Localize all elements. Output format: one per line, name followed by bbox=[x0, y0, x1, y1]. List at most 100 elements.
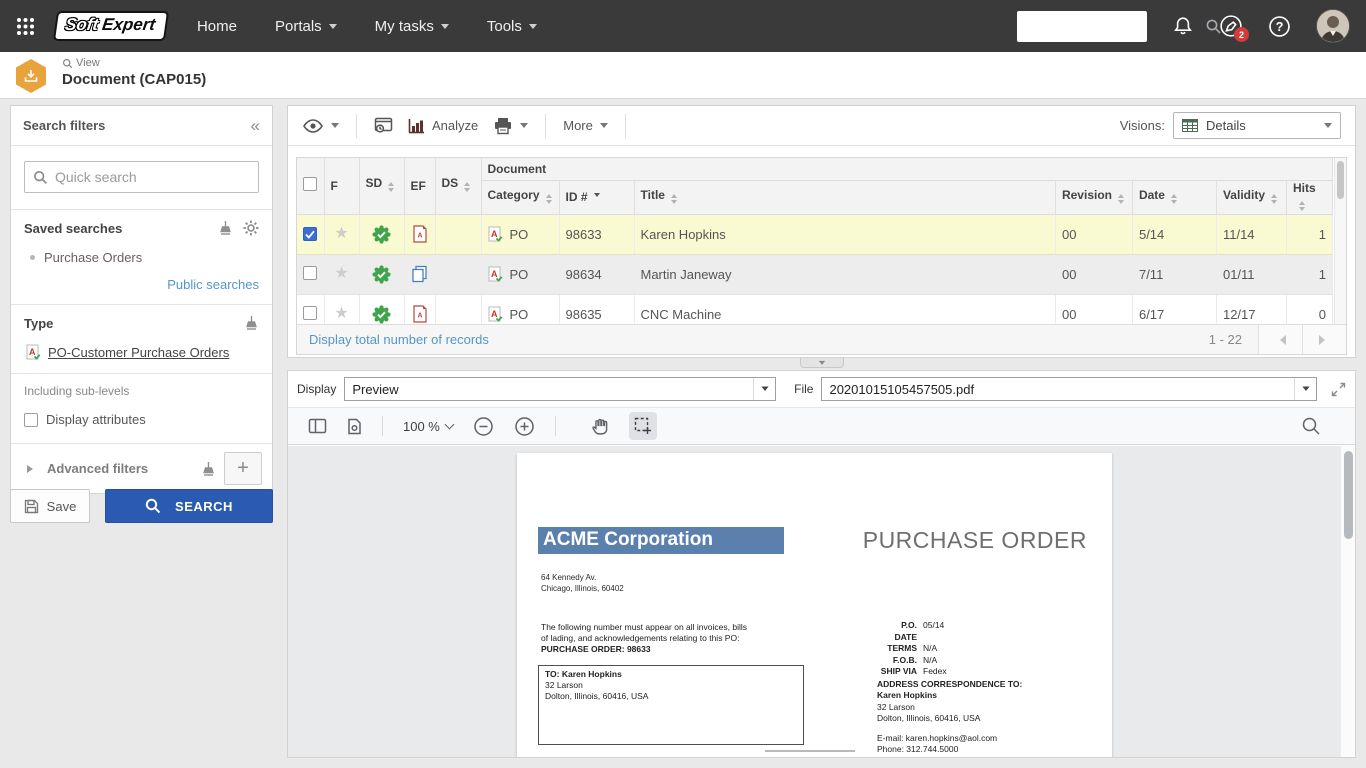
view-button[interactable] bbox=[302, 119, 339, 133]
eye-icon bbox=[302, 119, 324, 133]
table-row[interactable]: ★ APO 98634 Martin Janeway 00 7/11 01/11… bbox=[297, 254, 1333, 294]
pdf-table-edge bbox=[765, 750, 855, 752]
total-records-link[interactable]: Display total number of records bbox=[309, 332, 489, 347]
save-button[interactable]: Save bbox=[10, 489, 90, 523]
search-button[interactable]: SEARCH bbox=[105, 489, 273, 523]
scrollbar-thumb[interactable] bbox=[1344, 451, 1353, 539]
display-attributes-toggle[interactable]: Display attributes bbox=[11, 400, 272, 444]
column-header-date[interactable]: Date bbox=[1132, 180, 1216, 214]
dropdown-button[interactable] bbox=[1294, 378, 1316, 400]
file-select[interactable]: 20201015105457505.pdf bbox=[821, 377, 1317, 401]
column-header-title[interactable]: Title bbox=[634, 180, 1055, 214]
arrow-left-icon bbox=[1275, 335, 1286, 345]
splitter-collapse-handle[interactable] bbox=[800, 358, 844, 368]
svg-text:A: A bbox=[417, 313, 422, 320]
zoom-out-icon[interactable] bbox=[473, 416, 494, 437]
notifications-bell-icon[interactable] bbox=[1172, 15, 1194, 37]
column-header-f[interactable]: F bbox=[324, 158, 359, 214]
favorite-star-icon[interactable]: ★ bbox=[334, 225, 348, 242]
user-avatar[interactable] bbox=[1316, 9, 1350, 43]
pdf-viewer-toolbar: 100 % bbox=[288, 408, 1355, 445]
print-button[interactable] bbox=[493, 117, 528, 135]
pdf-po-note: The following number must appear on all … bbox=[541, 622, 747, 655]
column-header-sd[interactable]: SD bbox=[359, 158, 404, 214]
pdf-preview-area[interactable]: ACME Corporation PURCHASE ORDER 64 Kenne… bbox=[288, 446, 1355, 757]
results-table: F SD EF DS Document Category ID # Title … bbox=[296, 157, 1347, 355]
column-header-ef[interactable]: EF bbox=[404, 158, 435, 214]
saved-search-item[interactable]: Purchase Orders bbox=[30, 250, 259, 265]
favorite-star-icon[interactable]: ★ bbox=[334, 265, 348, 282]
svg-text:A: A bbox=[29, 347, 36, 357]
copy-files-icon[interactable] bbox=[411, 265, 428, 283]
column-header-ds[interactable]: DS bbox=[435, 158, 481, 214]
menu-home[interactable]: Home bbox=[197, 18, 237, 35]
analyze-button[interactable]: Analyze bbox=[408, 118, 478, 134]
assistant-pen-icon[interactable]: 2 bbox=[1219, 14, 1243, 38]
select-all-checkbox[interactable] bbox=[303, 177, 317, 191]
clear-filter-icon[interactable] bbox=[201, 461, 216, 477]
hand-tool-icon[interactable] bbox=[590, 417, 609, 436]
pdf-search-icon[interactable] bbox=[1301, 416, 1321, 436]
preview-scrollbar[interactable] bbox=[1340, 446, 1355, 757]
category-doc-icon: A bbox=[488, 226, 503, 243]
sort-icon bbox=[1171, 191, 1177, 207]
divider bbox=[356, 114, 357, 138]
pdf-file-icon[interactable]: A bbox=[412, 305, 428, 323]
breadcrumb: View Document (CAP015) bbox=[62, 57, 206, 88]
zoom-in-icon[interactable] bbox=[514, 416, 535, 437]
previous-page-button[interactable] bbox=[1258, 325, 1302, 354]
search-icon bbox=[145, 498, 161, 514]
pdf-file-icon[interactable]: A bbox=[412, 225, 428, 243]
table-row[interactable]: ★ A APO 98633 Karen Hopkins 00 5/14 11/1… bbox=[297, 214, 1333, 254]
row-checkbox[interactable] bbox=[303, 227, 317, 241]
advanced-filters-label[interactable]: Advanced filters bbox=[47, 461, 193, 476]
svg-text:A: A bbox=[417, 233, 422, 240]
marquee-select-tool-icon[interactable] bbox=[629, 412, 657, 440]
table-scrollbar[interactable] bbox=[1334, 158, 1346, 324]
more-button[interactable]: More bbox=[563, 118, 608, 133]
column-header-validity[interactable]: Validity bbox=[1216, 180, 1286, 214]
notification-badge: 2 bbox=[1234, 27, 1249, 42]
apps-grid-icon[interactable] bbox=[16, 17, 35, 36]
scrollbar-thumb[interactable] bbox=[1337, 161, 1344, 199]
cell-hits: 1 bbox=[1286, 254, 1332, 294]
expand-arrow-icon[interactable] bbox=[27, 465, 37, 473]
row-checkbox[interactable] bbox=[303, 306, 317, 320]
help-icon[interactable]: ? bbox=[1268, 15, 1291, 38]
favorite-star-icon[interactable]: ★ bbox=[334, 305, 348, 322]
column-header-hits[interactable]: Hits bbox=[1286, 180, 1332, 214]
cell-title: Martin Janeway bbox=[634, 254, 1055, 294]
column-header-id[interactable]: ID # bbox=[559, 180, 634, 214]
menu-portals[interactable]: Portals bbox=[275, 18, 337, 35]
menu-my-tasks[interactable]: My tasks bbox=[375, 18, 449, 35]
collapse-panel-icon[interactable]: « bbox=[251, 116, 260, 136]
next-page-button[interactable] bbox=[1302, 325, 1346, 354]
page-view-icon[interactable] bbox=[347, 418, 362, 435]
selected-type-link[interactable]: A PO-Customer Purchase Orders bbox=[26, 344, 259, 361]
public-searches-link[interactable]: Public searches bbox=[24, 277, 259, 292]
page-title: Document (CAP015) bbox=[62, 71, 206, 88]
cell-revision: 00 bbox=[1055, 254, 1132, 294]
display-mode-select[interactable]: Preview bbox=[344, 377, 776, 401]
clear-filter-icon[interactable] bbox=[218, 220, 233, 236]
display-attributes-checkbox[interactable] bbox=[24, 413, 38, 427]
fullscreen-icon[interactable] bbox=[1331, 382, 1346, 397]
row-checkbox[interactable] bbox=[303, 266, 317, 280]
add-filter-button[interactable]: + bbox=[224, 452, 262, 485]
gear-icon[interactable] bbox=[243, 220, 259, 236]
column-header-category[interactable]: Category bbox=[481, 180, 559, 214]
main-menu: Home Portals My tasks Tools bbox=[197, 18, 537, 35]
document-list-panel: Analyze More Visions: Details bbox=[287, 105, 1356, 358]
side-panel-toggle-icon[interactable] bbox=[308, 418, 327, 434]
quick-search-input[interactable] bbox=[55, 169, 250, 185]
visions-select[interactable]: Details bbox=[1173, 112, 1341, 139]
dropdown-button[interactable] bbox=[753, 378, 775, 400]
panel-splitter[interactable] bbox=[287, 358, 1356, 370]
zoom-level-select[interactable]: 100 % bbox=[403, 419, 453, 434]
column-header-revision[interactable]: Revision bbox=[1055, 180, 1132, 214]
snapshot-button[interactable] bbox=[374, 117, 393, 134]
clear-filter-icon[interactable] bbox=[244, 315, 259, 331]
released-seal-icon bbox=[372, 225, 391, 244]
visions-label: Visions: bbox=[1120, 118, 1165, 133]
menu-tools[interactable]: Tools bbox=[487, 18, 537, 35]
